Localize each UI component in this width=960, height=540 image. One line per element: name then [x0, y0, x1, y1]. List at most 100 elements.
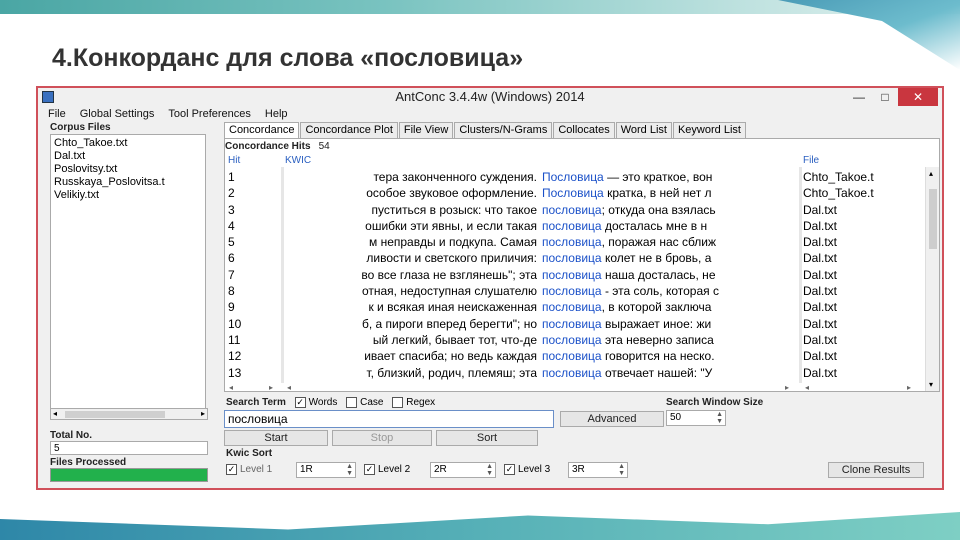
close-button[interactable]: ✕: [898, 88, 938, 106]
concordance-row[interactable]: 11 ый легкий, бывает тот, что-де пословица…: [225, 332, 925, 348]
file-name: Dal.txt: [803, 251, 838, 266]
tab-collocates[interactable]: Collocates: [553, 122, 615, 138]
sort-button[interactable]: Sort: [436, 430, 538, 446]
stop-button[interactable]: Stop: [332, 430, 432, 446]
search-term-input[interactable]: пословица: [224, 410, 554, 428]
hit-number: 5: [228, 235, 235, 250]
window-title: AntConc 3.4.4w (Windows) 2014: [395, 89, 585, 104]
kwic-scroll-right-icon[interactable]: ▸: [785, 383, 789, 393]
scroll-right-icon[interactable]: ▸: [201, 409, 205, 418]
search-window-size-spinner[interactable]: 50 ▲ ▼: [666, 410, 726, 426]
hit-number: 7: [228, 267, 235, 282]
vertical-scroll-thumb[interactable]: [929, 189, 937, 249]
corpus-horizontal-scrollbar[interactable]: ◂ ▸: [50, 408, 208, 420]
words-checkbox[interactable]: ✓: [294, 397, 306, 408]
concordance-row[interactable]: 10 б, а пироги вперед берегти"; но послови…: [225, 316, 925, 332]
scroll-down-icon[interactable]: ▾: [929, 380, 933, 389]
right-context-text: эта неверно записа: [601, 332, 714, 347]
col-file-header[interactable]: File: [803, 155, 819, 166]
maximize-button[interactable]: □: [872, 88, 898, 106]
corpus-file-item[interactable]: Chto_Takoe.txt: [54, 137, 202, 150]
keyword: пословица: [542, 332, 602, 347]
spinner-arrows-icon[interactable]: ▲ ▼: [486, 463, 493, 477]
col-hit-header[interactable]: Hit: [228, 155, 240, 166]
level1-spinner[interactable]: 1R ▲ ▼: [296, 462, 356, 478]
minimize-button[interactable]: —: [846, 88, 872, 106]
corpus-file-list[interactable]: Chto_Takoe.txt Dal.txt Poslovitsy.txt Ru…: [50, 134, 206, 409]
regex-checkbox[interactable]: [392, 397, 404, 408]
file-scroll-right-icon[interactable]: ▸: [907, 383, 911, 393]
corpus-file-item[interactable]: Russkaya_Poslovitsa.t: [54, 176, 202, 189]
kwic-left-context: ивает спасиба; но ведь каждая: [281, 348, 537, 364]
level3-spinner[interactable]: 3R ▲ ▼: [568, 462, 628, 478]
concordance-row[interactable]: 1 тера законченного суждения. Пословица — …: [225, 169, 925, 185]
concordance-row[interactable]: 6 ливости и светского приличия: пословица …: [225, 250, 925, 266]
menu-help[interactable]: Help: [265, 106, 288, 122]
level1-checkbox[interactable]: ✓: [226, 464, 237, 475]
kwic-scroll-left-icon[interactable]: ◂: [287, 383, 291, 393]
scroll-up-icon[interactable]: ▴: [929, 169, 933, 178]
scroll-thumb[interactable]: [65, 411, 165, 418]
spinner-arrows-icon[interactable]: ▲ ▼: [618, 463, 625, 477]
concordance-row[interactable]: 4 ошибки эти явны, и если такая пословица …: [225, 218, 925, 234]
concordance-row[interactable]: 12 ивает спасиба; но ведь каждая пословица…: [225, 348, 925, 364]
keyword: пословица: [542, 251, 602, 266]
kwic-right-context: пословица досталась мне в н: [542, 218, 799, 234]
concordance-row[interactable]: 13 т, близкий, родич, племяш; эта пословиц…: [225, 365, 925, 381]
left-panel: Corpus Files Chto_Takoe.txt Dal.txt Posl…: [50, 122, 208, 488]
advanced-button[interactable]: Advanced: [560, 411, 664, 427]
file-name: Dal.txt: [803, 218, 838, 233]
menu-file[interactable]: File: [48, 106, 66, 122]
concordance-row[interactable]: 5 м неправды и подкупа. Самая пословица, п…: [225, 234, 925, 250]
menu-global-settings[interactable]: Global Settings: [80, 106, 155, 122]
file-name: Dal.txt: [803, 300, 838, 315]
right-context-text: — это краткое, вон: [603, 170, 713, 184]
file-name: Dal.txt: [803, 267, 838, 282]
right-context-text: отвечает нашей: "У: [601, 365, 713, 380]
kwic-right-context: Пословица — это краткое, вон: [542, 169, 799, 185]
level3-checkbox[interactable]: ✓: [504, 464, 515, 475]
concordance-row[interactable]: 8 отная, недоступная слушателю пословица -…: [225, 283, 925, 299]
search-term-label: Search Term: [226, 397, 286, 409]
right-context-text: говорится на неско.: [601, 349, 715, 364]
level2-spinner[interactable]: 2R ▲ ▼: [430, 462, 496, 478]
right-context-text: ; откуда она взялась: [601, 202, 716, 217]
start-button[interactable]: Start: [224, 430, 328, 446]
concordance-row[interactable]: 2 особое звуковое оформление. Пословица кр…: [225, 185, 925, 201]
kwic-left-context: ошибки эти явны, и если такая: [281, 218, 537, 234]
spinner-arrows-icon[interactable]: ▲ ▼: [346, 463, 353, 477]
case-checkbox[interactable]: [346, 397, 358, 408]
level2-checkbox[interactable]: ✓: [364, 464, 375, 475]
corpus-file-item[interactable]: Dal.txt: [54, 150, 202, 163]
kwic-left-context: тера законченного суждения.: [281, 169, 537, 185]
hit-scroll-right-icon[interactable]: ▸: [269, 383, 273, 393]
corpus-file-item[interactable]: Poslovitsy.txt: [54, 163, 202, 176]
tab-keyword-list[interactable]: Keyword List: [672, 122, 746, 138]
hit-scroll-left-icon[interactable]: ◂: [229, 383, 233, 393]
concordance-row[interactable]: 9 к и всякая иная неискаженная пословица, …: [225, 299, 925, 315]
hit-number: 9: [228, 300, 235, 315]
files-processed-label: Files Processed: [50, 457, 127, 468]
spinner-arrows-icon[interactable]: ▲ ▼: [716, 411, 723, 425]
menu-tool-preferences[interactable]: Tool Preferences: [168, 106, 251, 122]
clone-results-button[interactable]: Clone Results: [828, 462, 924, 478]
tab-clusters[interactable]: Clusters/N-Grams: [454, 122, 553, 138]
tab-concordance-plot[interactable]: Concordance Plot: [300, 122, 398, 138]
concordance-row[interactable]: 7 во все глаза не взглянешь"; эта пословиц…: [225, 267, 925, 283]
keyword: пословица: [542, 235, 602, 250]
tab-word-list[interactable]: Word List: [615, 122, 672, 138]
concordance-hits: Concordance Hits 54: [225, 141, 330, 152]
kwic-left-context: т, близкий, родич, племяш; эта: [281, 365, 537, 381]
tab-concordance[interactable]: Concordance: [224, 122, 300, 138]
tab-file-view[interactable]: File View: [398, 122, 454, 138]
results-vertical-scrollbar[interactable]: ▴ ▾: [925, 167, 939, 391]
col-kwic-header[interactable]: KWIC: [285, 155, 311, 166]
left-context-text: во все глаза не взглянешь"; эта: [361, 267, 537, 282]
concordance-row[interactable]: 3 пуститься в розыск: что такое пословица;…: [225, 202, 925, 218]
scroll-left-icon[interactable]: ◂: [53, 409, 57, 418]
hit-number: 13: [228, 365, 242, 380]
antconc-window: AntConc 3.4.4w (Windows) 2014 — □ ✕ File…: [36, 86, 944, 490]
words-label: Words: [308, 397, 338, 409]
corpus-file-item[interactable]: Velikiy.txt: [54, 189, 202, 202]
file-scroll-left-icon[interactable]: ◂: [805, 383, 809, 393]
